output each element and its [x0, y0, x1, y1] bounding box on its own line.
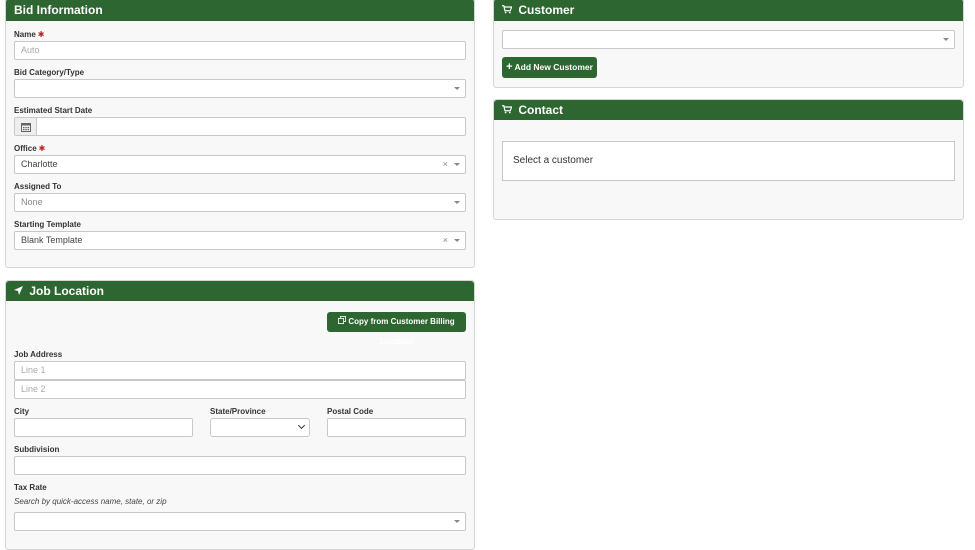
customer-panel: Customer + Add New Customer [493, 0, 964, 88]
office-label: Office ✱ [14, 144, 46, 153]
customer-header: Customer [494, 0, 963, 21]
cart-icon [502, 3, 513, 21]
address-line1-input[interactable]: Line 1 [14, 361, 466, 380]
job-address-label: Job Address [14, 350, 63, 359]
customer-select[interactable] [502, 30, 955, 49]
tax-rate-hint: Search by quick-access name, state, or z… [14, 497, 167, 506]
bid-information-header: Bid Information [6, 0, 474, 21]
postal-code-input[interactable] [327, 418, 466, 437]
chevron-down-icon [454, 201, 460, 204]
copy-icon [338, 312, 347, 332]
chevron-down-icon [454, 520, 460, 523]
copy-billing-location-button[interactable]: Copy from Customer Billing Location [327, 312, 466, 346]
contact-header: Contact [494, 100, 963, 120]
tax-rate-select[interactable] [14, 512, 466, 531]
required-icon: ✱ [38, 144, 46, 153]
contact-panel: Contact Select a customer [493, 99, 964, 220]
chevron-down-icon [943, 38, 949, 41]
copy-billing-location-label: Copy from Customer Billing Location [348, 317, 455, 346]
job-location-panel: Job Location Copy from Customer Billing … [5, 280, 475, 550]
job-location-header: Job Location [6, 281, 474, 301]
starting-template-label: Starting Template [14, 220, 81, 229]
location-arrow-icon [14, 284, 23, 302]
customer-title: Customer [518, 3, 575, 17]
name-input[interactable]: Auto [14, 41, 466, 60]
clear-icon[interactable]: × [443, 232, 448, 249]
bid-category-label: Bid Category/Type [14, 68, 85, 77]
office-select[interactable]: Charlotte × [14, 155, 466, 174]
calendar-icon[interactable] [15, 118, 37, 135]
state-select[interactable] [210, 418, 310, 437]
job-location-title: Job Location [29, 284, 105, 298]
postal-code-label: Postal Code [327, 407, 374, 416]
bid-category-select[interactable] [14, 79, 466, 98]
contact-placeholder: Select a customer [502, 141, 955, 181]
assigned-to-label: Assigned To [14, 182, 62, 191]
subdivision-label: Subdivision [14, 445, 60, 454]
assigned-to-select[interactable]: None [14, 193, 466, 212]
state-label: State/Province [210, 407, 266, 416]
chevron-down-icon [454, 163, 460, 166]
add-new-customer-label: Add New Customer [514, 62, 593, 72]
bid-information-title: Bid Information [14, 3, 103, 17]
name-label: Name ✱ [14, 30, 45, 39]
start-date-input[interactable] [14, 117, 466, 136]
tax-rate-label: Tax Rate [14, 483, 47, 492]
chevron-down-icon [454, 239, 460, 242]
cart-icon [502, 103, 513, 121]
bid-information-panel: Bid Information Name ✱ Auto Bid Category/… [5, 0, 475, 268]
add-new-customer-button[interactable]: + Add New Customer [502, 57, 597, 78]
required-icon: ✱ [37, 30, 45, 39]
contact-title: Contact [518, 103, 564, 117]
address-line2-input[interactable]: Line 2 [14, 380, 466, 399]
clear-icon[interactable]: × [443, 156, 448, 173]
city-label: City [14, 407, 30, 416]
chevron-down-icon [454, 87, 460, 90]
plus-icon: + [506, 61, 513, 73]
subdivision-input[interactable] [14, 456, 466, 475]
start-date-label: Estimated Start Date [14, 106, 93, 115]
starting-template-select[interactable]: Blank Template × [14, 231, 466, 250]
city-input[interactable] [14, 418, 193, 437]
chevron-down-icon [297, 421, 306, 430]
